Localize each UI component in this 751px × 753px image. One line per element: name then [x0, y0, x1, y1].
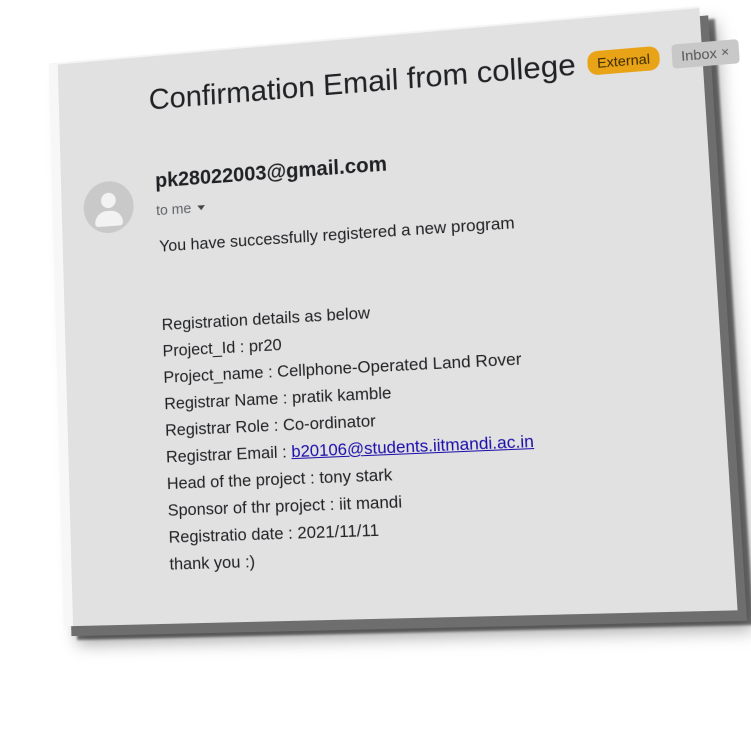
registrar-email-label: Registrar Email :	[165, 442, 292, 467]
external-label: External	[587, 45, 660, 76]
recipient-details-toggle[interactable]: to me	[156, 199, 205, 219]
email-body: You have successfully registered a new p…	[159, 209, 541, 578]
close-icon[interactable]: ×	[720, 43, 730, 62]
inbox-label-text: Inbox	[680, 44, 718, 64]
recipient-line: to me	[155, 200, 192, 220]
sender-address[interactable]: pk28022003@gmail.com	[155, 153, 388, 193]
person-avatar-icon[interactable]	[82, 179, 135, 235]
email-subject: Confirmation Email from college	[148, 46, 577, 117]
caret-down-icon[interactable]	[196, 205, 205, 211]
avatar-head	[100, 192, 116, 209]
screenshot-stage: Confirmation Email from college External…	[0, 0, 751, 753]
subject-row: Confirmation Email from college External…	[148, 33, 740, 117]
inbox-label[interactable]: Inbox ×	[670, 39, 740, 69]
email-view: Confirmation Email from college External…	[48, 6, 740, 627]
avatar-body	[94, 209, 124, 228]
